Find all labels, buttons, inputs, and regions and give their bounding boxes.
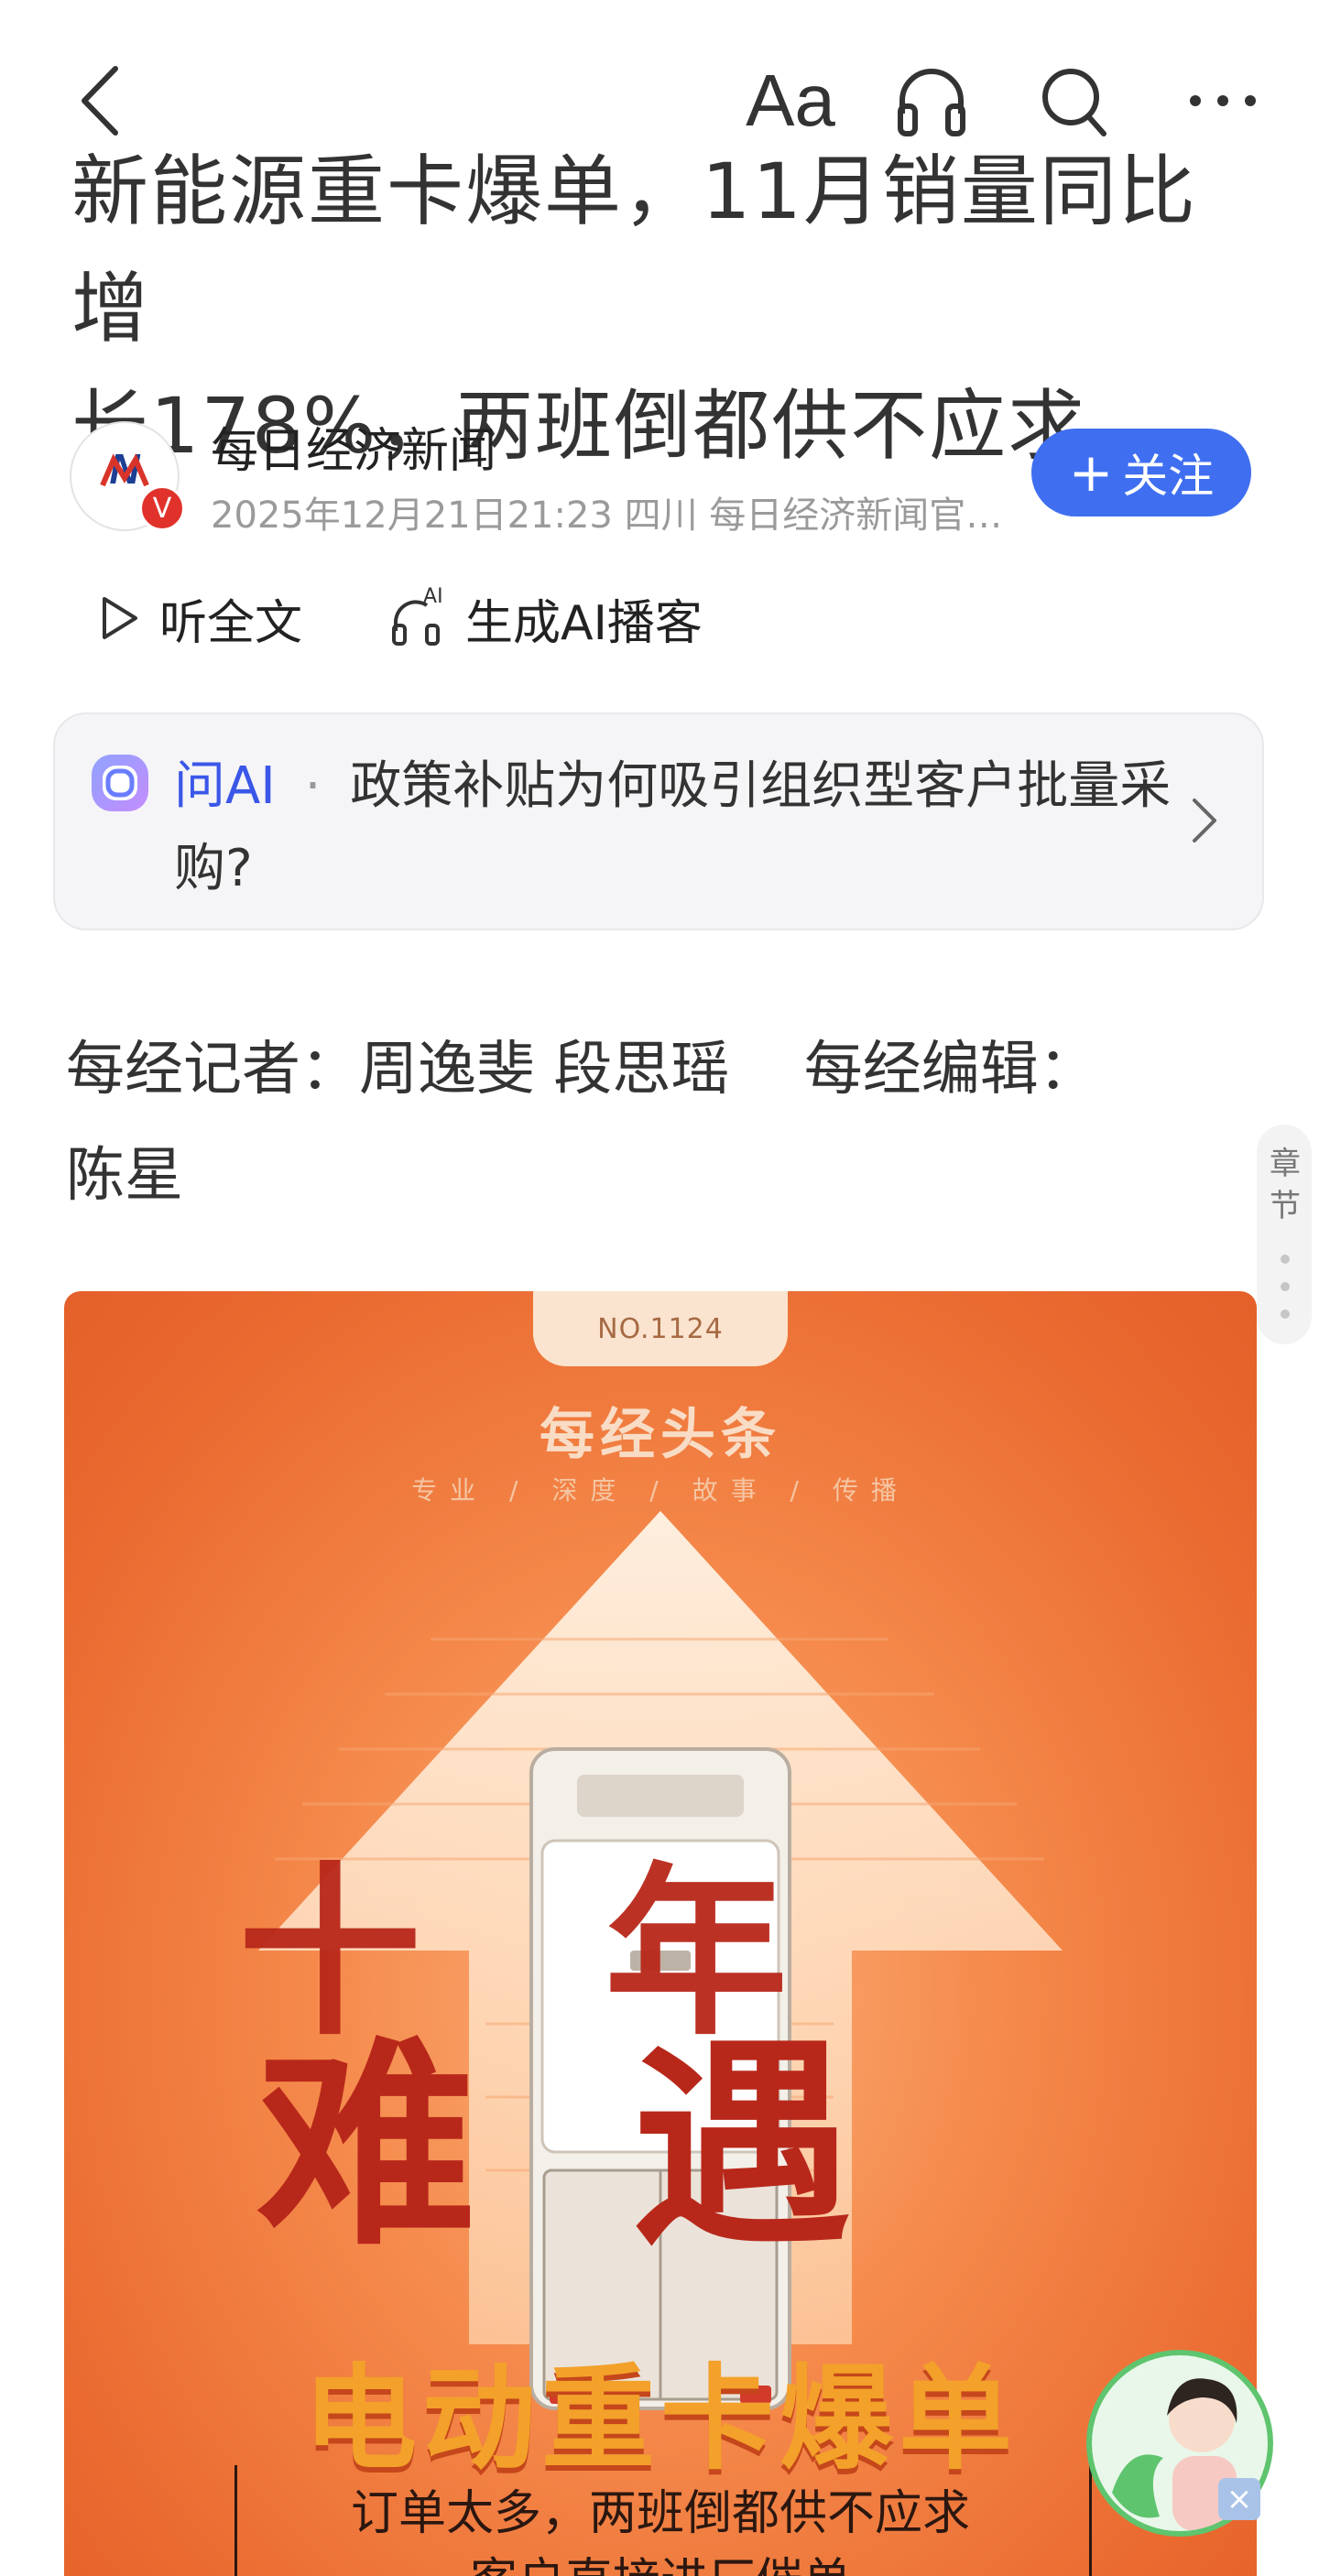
byline: 每经记者：周逸斐 段思瑶 每经编辑： 陈星 (66, 1016, 1202, 1229)
listen-full-button[interactable]: 听全文 (99, 584, 302, 653)
chapter-label: 章 节 (1270, 1143, 1301, 1227)
ai-orb-icon (88, 751, 152, 815)
svg-text:N: N (109, 445, 140, 493)
chapter-nav[interactable]: 章 节 (1257, 1125, 1312, 1344)
play-icon (103, 597, 137, 639)
ask-ai-label: 问AI (174, 756, 276, 816)
poster-subline-1: 订单太多，两班倒都供不应求 (350, 2486, 970, 2541)
author-meta: 2025年12月21日21:23 四川 每日经济新闻官… (211, 495, 1003, 537)
author-avatar[interactable]: N V (70, 421, 185, 531)
article-poster-image[interactable]: NO.1124 每经头条 专业 / 深度 / 故事 / 传播 十年 难遇 电动重… (64, 1291, 1257, 2576)
poster-subline-2: 客户直接进厂催单 (64, 2542, 1257, 2576)
verified-badge-label: V (152, 492, 172, 525)
byline-line2: 陈星 (66, 1142, 183, 1210)
ask-ai-separator: · (304, 756, 322, 816)
listen-full-label: 听全文 (159, 595, 303, 651)
close-icon: × (1226, 2481, 1253, 2517)
chapter-dot (1281, 1255, 1290, 1264)
byline-line1: 每经记者：周逸斐 段思瑶 每经编辑： (66, 1036, 1097, 1103)
author-name[interactable]: 每日经济新闻 (211, 412, 496, 481)
ai-badge: AI (423, 585, 443, 608)
chapter-dot (1281, 1310, 1290, 1319)
ask-ai-text: 问AI · 政策补贴为何吸引组织型客户批量采购? (174, 745, 1172, 910)
font-size-label: Aa (746, 60, 835, 141)
ai-headphones-icon: AI (390, 585, 445, 646)
mascot-close-button[interactable]: × (1218, 2478, 1260, 2520)
ask-ai-card[interactable]: 问AI · 政策补贴为何吸引组织型客户批量采购? (53, 712, 1264, 930)
chevron-right-icon (1185, 793, 1222, 848)
article-title-line1: 新能源重卡爆单，11月销量同比增 (71, 147, 1197, 353)
listen-row: 听全文 AI 生成AI播客 (99, 584, 703, 653)
ask-ai-question: 政策补贴为何吸引组织型客户批量采购? (174, 756, 1172, 898)
chapter-label-1: 章 (1270, 1146, 1301, 1182)
follow-button[interactable]: + 关注 (1031, 429, 1251, 516)
poster-big-text-2: 难遇 (256, 2018, 1008, 2275)
ai-podcast-label: 生成AI播客 (465, 595, 703, 651)
ai-podcast-button[interactable]: AI 生成AI播客 (390, 584, 703, 653)
chapter-dot (1281, 1282, 1290, 1291)
chapter-label-2: 节 (1270, 1188, 1301, 1224)
plus-icon: + (1068, 441, 1114, 504)
verified-badge: V (139, 485, 185, 531)
follow-label: 关注 (1122, 450, 1215, 503)
